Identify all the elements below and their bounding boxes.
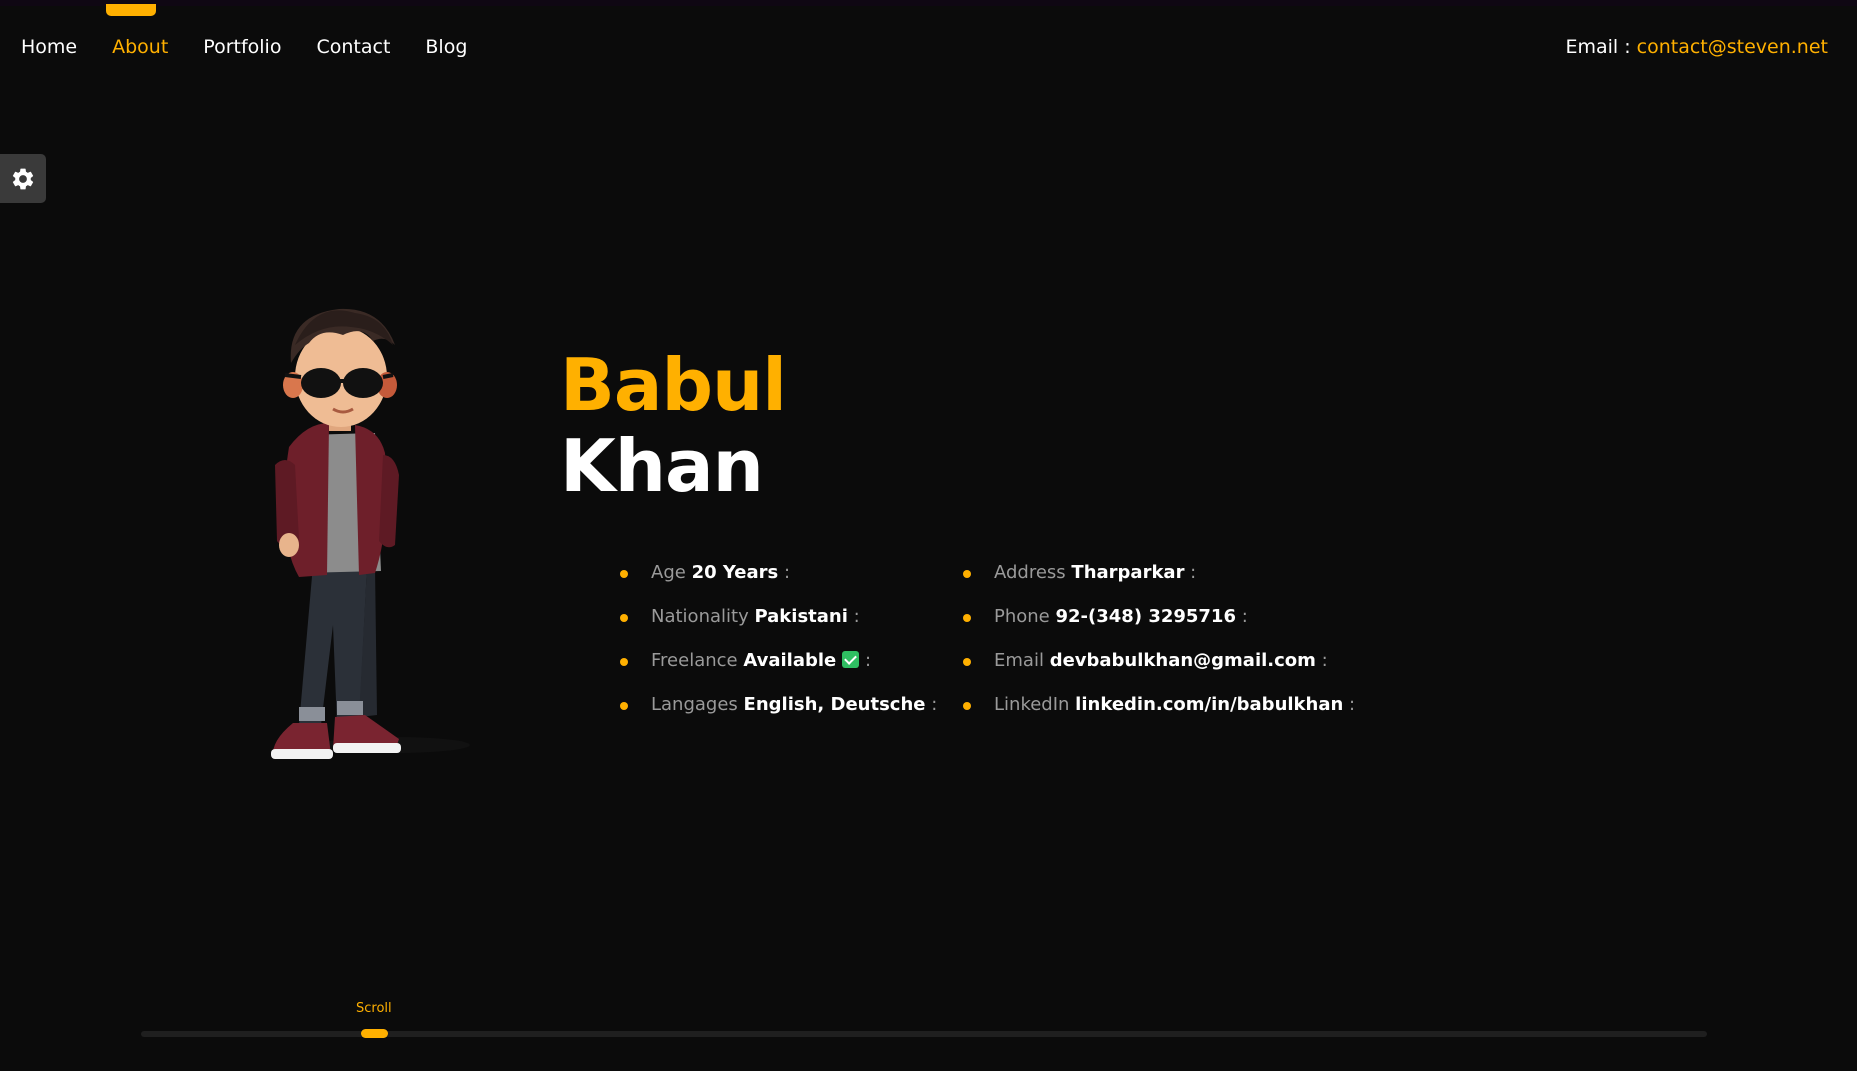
bullet-icon <box>620 702 628 710</box>
bullet-icon <box>620 570 628 578</box>
info-value-linkedin: linkedin.com/in/babulkhan <box>1075 694 1344 715</box>
nav-item-blog[interactable]: Blog <box>425 36 467 58</box>
info-label: Freelance Available <box>651 646 871 676</box>
info-label: LinkedIn linkedin.com/in/babulkhan <box>994 690 1355 720</box>
gear-icon <box>12 168 34 189</box>
info-label: Address Tharparkar <box>994 558 1196 588</box>
bullet-icon <box>620 658 628 666</box>
info-label: Age 20 Years <box>651 558 790 588</box>
nav-item-home[interactable]: Home <box>21 36 77 58</box>
scroll-label: Scroll <box>356 1001 392 1016</box>
header-email-label: Email : <box>1565 36 1631 58</box>
avatar <box>271 308 470 759</box>
info-label: Email devbabulkhan@gmail.com <box>994 646 1328 676</box>
hero-first-name: Babul <box>560 343 787 427</box>
main-nav: Home About Portfolio Contact Blog <box>21 36 467 58</box>
bullet-icon <box>963 702 971 710</box>
active-nav-indicator <box>106 4 156 16</box>
bullet-icon <box>963 570 971 578</box>
checkmark-icon <box>842 651 860 668</box>
scroll-thumb[interactable] <box>361 1029 388 1038</box>
about-page: Home About Portfolio Contact Blog Email … <box>0 0 1857 1071</box>
header-email: Email : contact@steven.net <box>1565 36 1828 58</box>
header-email-link[interactable]: contact@steven.net <box>1637 36 1828 58</box>
settings-button[interactable] <box>0 154 46 203</box>
bullet-icon <box>963 614 971 622</box>
info-value-email: devbabulkhan@gmail.com <box>1049 650 1316 671</box>
info-label: Nationality Pakistani <box>651 602 860 632</box>
bullet-icon <box>963 658 971 666</box>
info-value-languages: English, Deutsche <box>743 694 926 715</box>
info-value-address: Tharparkar <box>1071 562 1185 583</box>
info-value-phone: 92-(348) 3295716 <box>1055 606 1236 627</box>
info-value-nationality: Pakistani <box>754 606 848 627</box>
info-label: Langages English, Deutsche <box>651 690 937 720</box>
info-value-freelance: Available <box>743 650 837 671</box>
nav-item-about[interactable]: About <box>112 36 168 58</box>
hero-last-name: Khan <box>560 424 764 508</box>
nav-item-portfolio[interactable]: Portfolio <box>203 36 281 58</box>
nav-item-contact[interactable]: Contact <box>316 36 390 58</box>
bullet-icon <box>620 614 628 622</box>
info-label: Phone 92-(348) 3295716 <box>994 602 1248 632</box>
top-strip <box>0 0 1857 6</box>
info-value-age: 20 Years <box>691 562 779 583</box>
